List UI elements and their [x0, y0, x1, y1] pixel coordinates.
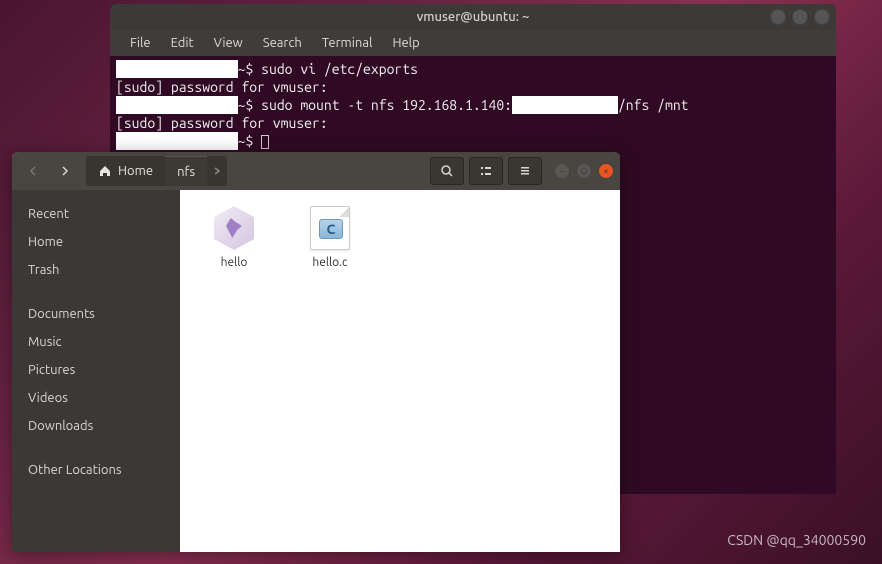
executable-icon	[214, 206, 254, 250]
terminal-line: xxxxxxxxxxxxxxx~$	[116, 132, 830, 150]
breadcrumb-label: Home	[118, 164, 153, 178]
search-button[interactable]	[430, 157, 464, 185]
menu-file[interactable]: File	[120, 32, 161, 54]
view-list-button[interactable]	[469, 157, 503, 185]
menu-search[interactable]: Search	[253, 32, 312, 54]
terminal-maximize-button[interactable]	[792, 9, 808, 25]
redacted-text: xxxxxxxxxxxxxxx	[116, 60, 238, 78]
fm-body: Recent Home Trash Documents Music Pictur…	[12, 190, 620, 552]
back-button[interactable]	[18, 157, 48, 185]
breadcrumb-home[interactable]: Home	[86, 156, 165, 186]
sidebar-music[interactable]: Music	[12, 328, 180, 356]
redacted-text: xxxxxxxxxxxxx	[512, 96, 618, 114]
file-label: hello.c	[312, 256, 347, 269]
fm-toolbar: Home nfs − □ ×	[12, 152, 620, 190]
watermark: CSDN @qq_34000590	[727, 532, 866, 548]
divider	[12, 284, 180, 300]
sidebar-home[interactable]: Home	[12, 228, 180, 256]
search-icon	[440, 164, 454, 178]
forward-button[interactable]	[50, 157, 80, 185]
terminal-line: xxxxxxxxxxxxxxx~$ sudo vi /etc/exports	[116, 60, 830, 78]
breadcrumb: Home nfs	[86, 156, 227, 186]
fm-maximize-button[interactable]: □	[576, 163, 592, 179]
file-item-hello-c[interactable]: C hello.c	[292, 206, 368, 269]
terminal-window-controls	[770, 9, 830, 25]
sidebar-downloads[interactable]: Downloads	[12, 412, 180, 440]
chevron-left-icon	[27, 165, 39, 177]
hamburger-icon	[518, 164, 532, 178]
terminal-line: [sudo] password for vmuser:	[116, 114, 830, 132]
fm-window-controls: − □ ×	[554, 163, 614, 179]
command-text: sudo vi /etc/exports	[261, 61, 418, 77]
redacted-text: xxxxxxxxxxxxxxx	[116, 132, 238, 150]
terminal-line: [sudo] password for vmuser:	[116, 78, 830, 96]
terminal-close-button[interactable]	[814, 9, 830, 25]
terminal-titlebar: vmuser@ubuntu: ~	[110, 4, 836, 30]
fm-minimize-button[interactable]: −	[554, 163, 570, 179]
sidebar-documents[interactable]: Documents	[12, 300, 180, 328]
list-icon	[479, 164, 493, 178]
c-source-icon: C	[310, 206, 350, 250]
sidebar-trash[interactable]: Trash	[12, 256, 180, 284]
sidebar-other-locations[interactable]: Other Locations	[12, 456, 180, 484]
c-badge: C	[319, 219, 343, 239]
terminal-title: vmuser@ubuntu: ~	[417, 10, 530, 24]
file-manager-window: Home nfs − □ × Recent Home Tra	[12, 152, 620, 552]
fm-close-button[interactable]: ×	[598, 163, 614, 179]
prompt: ~$	[238, 97, 262, 113]
output-text: [sudo] password for vmuser:	[116, 115, 328, 131]
file-item-hello[interactable]: hello	[196, 206, 272, 269]
menu-terminal[interactable]: Terminal	[312, 32, 383, 54]
menu-edit[interactable]: Edit	[161, 32, 204, 54]
fm-content[interactable]: hello C hello.c	[180, 190, 620, 552]
menu-view[interactable]: View	[204, 32, 253, 54]
sidebar-recent[interactable]: Recent	[12, 200, 180, 228]
command-text: sudo mount -t nfs 192.168.1.140:	[261, 97, 512, 113]
breadcrumb-next[interactable]	[207, 166, 227, 176]
menu-button[interactable]	[508, 157, 542, 185]
fm-sidebar: Recent Home Trash Documents Music Pictur…	[12, 190, 180, 552]
terminal-minimize-button[interactable]	[770, 9, 786, 25]
terminal-menubar: File Edit View Search Terminal Help	[110, 30, 836, 56]
chevron-right-icon	[59, 165, 71, 177]
breadcrumb-current[interactable]: nfs	[165, 156, 207, 186]
home-icon	[98, 164, 112, 178]
sidebar-videos[interactable]: Videos	[12, 384, 180, 412]
chevron-right-icon	[212, 166, 222, 176]
prompt: ~$	[238, 61, 262, 77]
sidebar-pictures[interactable]: Pictures	[12, 356, 180, 384]
redacted-text: xxxxxxxxxxxxxxx	[116, 96, 238, 114]
prompt: ~$	[238, 133, 262, 149]
command-text: /nfs /mnt	[618, 97, 689, 113]
menu-help[interactable]: Help	[382, 32, 429, 54]
file-label: hello	[221, 256, 248, 269]
cursor-icon	[261, 135, 269, 149]
divider	[12, 440, 180, 456]
terminal-line: xxxxxxxxxxxxxxx~$ sudo mount -t nfs 192.…	[116, 96, 830, 114]
output-text: [sudo] password for vmuser:	[116, 79, 328, 95]
breadcrumb-label: nfs	[177, 165, 195, 179]
